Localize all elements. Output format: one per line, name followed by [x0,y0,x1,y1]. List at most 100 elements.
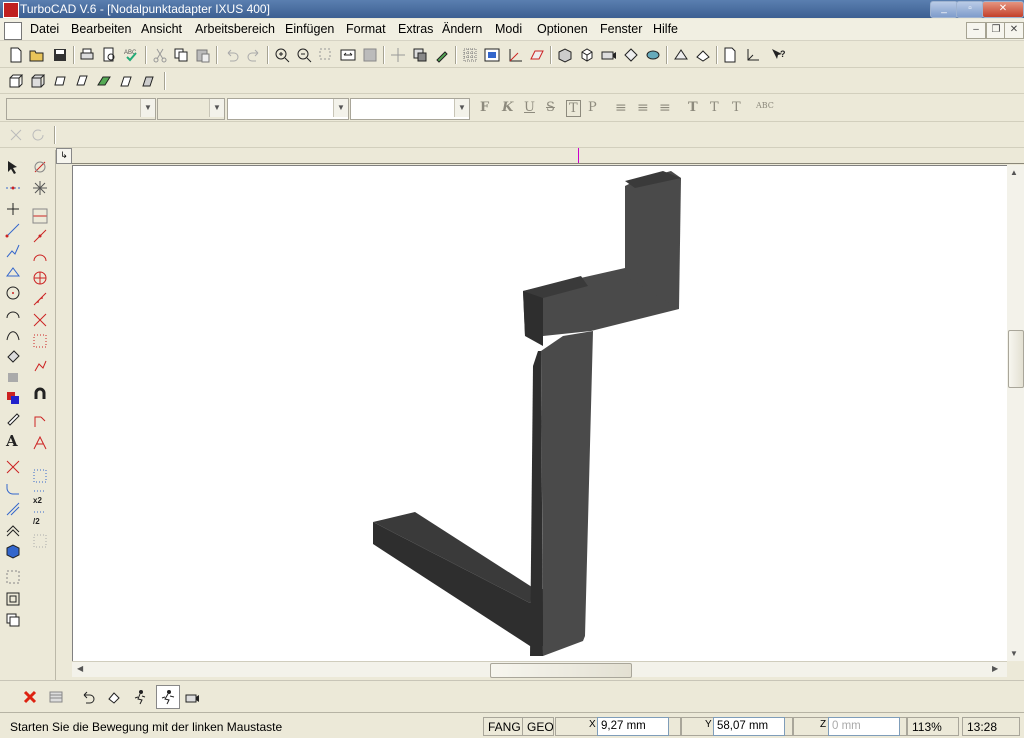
group-icon[interactable] [3,589,23,609]
texture-icon[interactable] [693,45,713,65]
cancel-icon[interactable] [20,687,40,707]
fill-icon[interactable] [3,346,23,366]
turbocad-app-icon[interactable] [3,2,19,18]
zoom-in-icon[interactable] [272,45,292,65]
open-icon[interactable] [27,45,47,65]
strikethrough-button[interactable]: S [546,100,555,115]
redo-icon[interactable] [244,45,264,65]
fillet-icon[interactable] [3,478,23,498]
text-vertical-button[interactable]: T [732,100,741,115]
chevron-down-icon[interactable]: ▼ [454,99,469,117]
snap-divide-icon[interactable] [30,466,50,486]
menu-hilfe[interactable]: Hilfe [653,22,678,36]
chevron-down-icon[interactable]: ▼ [140,99,155,117]
camera-icon[interactable] [599,45,619,65]
print-icon[interactable] [77,45,97,65]
solid-icon[interactable] [3,541,23,561]
chevron-down-icon[interactable]: ▼ [209,99,224,117]
text-spellcheck-button[interactable]: ABC [756,101,774,110]
zoom-window-icon[interactable] [316,45,336,65]
snap-tangent-icon[interactable] [30,289,50,309]
horizontal-scrollbar[interactable]: ◀ ▶ [72,661,1007,678]
workplane-icon[interactable] [527,45,547,65]
iso-view-icon[interactable] [577,45,597,65]
snap-quadrant-icon[interactable] [30,268,50,288]
drawing-canvas[interactable] [72,165,1007,661]
snap-free-icon[interactable] [30,157,50,177]
italic-button[interactable]: K [502,100,513,115]
orbit-icon[interactable] [643,45,663,65]
box-3d-icon[interactable] [6,71,26,91]
sweep-icon[interactable] [94,71,114,91]
copy-object-icon[interactable] [3,610,23,630]
menu-optionen[interactable]: Optionen [537,22,588,36]
cut-icon[interactable] [150,45,170,65]
mdi-restore-icon[interactable]: ❐ [986,22,1006,39]
font-size-combo[interactable]: ▼ [157,98,225,120]
light-icon[interactable] [671,45,691,65]
menu-datei[interactable]: Datei [30,22,59,36]
crosshair-icon[interactable] [3,199,23,219]
snap-line-icon[interactable] [30,206,50,226]
zoom-out-icon[interactable] [294,45,314,65]
snap-vertex-icon[interactable] [30,178,50,198]
walk-icon[interactable] [104,687,124,707]
menu-modi[interactable]: Modi [495,22,522,36]
text-baseline-button[interactable]: T [710,100,719,115]
walk-icon[interactable] [621,45,641,65]
copy-icon[interactable] [171,45,191,65]
font-name-combo[interactable]: ▼ [6,98,156,120]
run-icon[interactable] [130,687,150,707]
intersect-icon[interactable] [3,457,23,477]
snap-draw-icon[interactable] [30,356,50,376]
snap-x2-icon[interactable]: x2 [30,487,50,507]
menu-ansicht[interactable]: Ansicht [141,22,182,36]
help-icon[interactable]: ? [768,45,788,65]
snap-relative-icon[interactable] [30,531,50,551]
axis-icon[interactable] [742,45,762,65]
mdi-close-icon[interactable]: ✕ [1004,22,1024,39]
point-icon[interactable] [3,178,23,198]
refresh-disabled-icon[interactable] [28,125,48,145]
trim-icon[interactable] [3,499,23,519]
undo-move-icon[interactable] [78,687,98,707]
bold-button[interactable]: F [480,100,489,115]
chevron-down-icon[interactable]: ▼ [333,99,348,117]
layer-icon[interactable] [410,45,430,65]
text-icon[interactable]: A [3,430,23,450]
snap-mid-icon[interactable] [30,226,50,246]
dimension-icon[interactable] [505,45,525,65]
style-combo[interactable]: ▼ [227,98,349,120]
scroll-right-icon[interactable]: ▶ [992,664,998,673]
polyline-icon[interactable] [3,241,23,261]
curve-icon[interactable] [3,325,23,345]
menu-fenster[interactable]: Fenster [600,22,642,36]
view-3d-icon[interactable] [555,45,575,65]
menu-einfuegen[interactable]: Einfügen [285,22,334,36]
snap-grid-icon[interactable] [460,45,480,65]
loft-solid-icon[interactable] [138,71,158,91]
menu-format[interactable]: Format [346,22,386,36]
paste-icon[interactable] [193,45,213,65]
z-coordinate-field[interactable]: 0 mm [828,717,900,736]
spellcheck-icon[interactable]: ABC [121,45,141,65]
vertical-scrollbar[interactable]: ▲ ▼ [1007,165,1024,661]
snap-grid-icon[interactable] [30,331,50,351]
snap-direction-icon[interactable] [30,412,50,432]
horizontal-scroll-thumb[interactable] [490,663,632,678]
color-icon[interactable] [3,388,23,408]
line-icon[interactable] [3,220,23,240]
transform-icon[interactable] [3,409,23,429]
offset-icon[interactable] [3,520,23,540]
menu-bearbeiten[interactable]: Bearbeiten [71,22,131,36]
menu-extras[interactable]: Extras [398,22,433,36]
document-icon[interactable] [4,22,22,40]
scroll-down-icon[interactable]: ▼ [1010,649,1018,658]
properties-icon[interactable] [46,687,66,707]
close-icon[interactable]: ✕ [982,1,1024,18]
undo-icon[interactable] [222,45,242,65]
render-icon[interactable] [482,45,502,65]
redraw-icon[interactable] [360,45,380,65]
y-coordinate-field[interactable]: 58,07 mm [713,717,785,736]
fly-icon[interactable] [156,685,180,709]
